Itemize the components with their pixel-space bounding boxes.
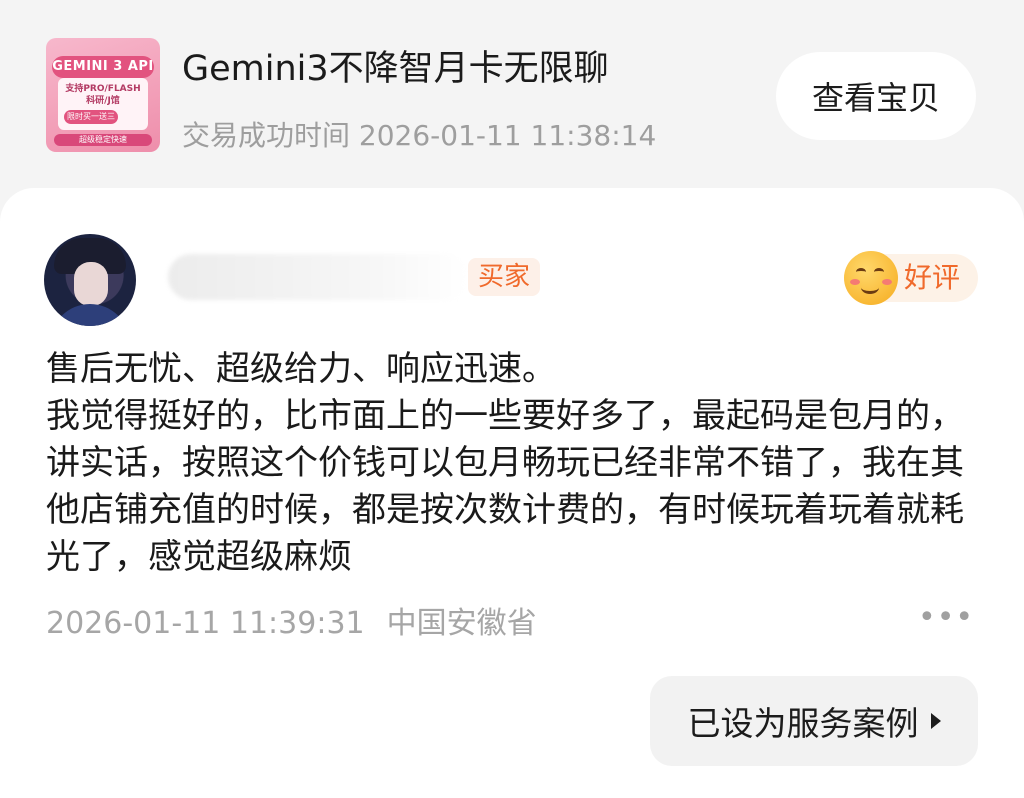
thumbnail-line-2: 科研/J馆 [86,96,120,106]
smiling-face-icon [844,251,898,305]
more-dots-icon[interactable]: ••• [918,603,973,633]
rating-label: 好评 [904,261,961,294]
rating-badge: 好评 [844,251,978,305]
transaction-time: 交易成功时间 2026-01-11 11:38:14 [182,119,657,152]
product-title[interactable]: Gemini3不降智月卡无限聊 [182,40,609,91]
view-item-button[interactable]: 查看宝贝 [776,52,976,140]
service-case-button[interactable]: 已设为服务案例 [650,676,978,766]
avatar[interactable] [44,234,136,326]
product-thumbnail[interactable]: GEMINI 3 API 支持PRO/FLASH 科研/J馆 限时买一送三 超级… [46,38,160,152]
chevron-right-icon [930,713,941,729]
review-paragraph-2: 我觉得挺好的，比市面上的一些要好多了，最起码是包月的，讲实话，按照这个价钱可以包… [46,396,964,577]
service-case-label: 已设为服务案例 [687,704,919,743]
thumbnail-footer: 超级稳定快速 [54,134,152,146]
username-redacted [168,254,468,300]
thumbnail-line-1: 支持PRO/FLASH [65,84,141,94]
review-timestamp: 2026-01-11 11:39:31 [46,606,365,641]
review-location: 中国安徽省 [386,606,537,641]
review-text: 售后无忧、超级给力、响应迅速。 我觉得挺好的，比市面上的一些要好多了，最起码是包… [46,346,976,581]
review-paragraph-1: 售后无忧、超级给力、响应迅速。 [46,349,556,389]
product-header: GEMINI 3 API 支持PRO/FLASH 科研/J馆 限时买一送三 超级… [0,0,1024,190]
review-meta: 2026-01-11 11:39:31 中国安徽省 [46,598,537,642]
thumbnail-banner: GEMINI 3 API [52,56,154,78]
thumbnail-pill: 限时买一送三 [64,110,118,124]
buyer-tag: 买家 [468,258,541,296]
